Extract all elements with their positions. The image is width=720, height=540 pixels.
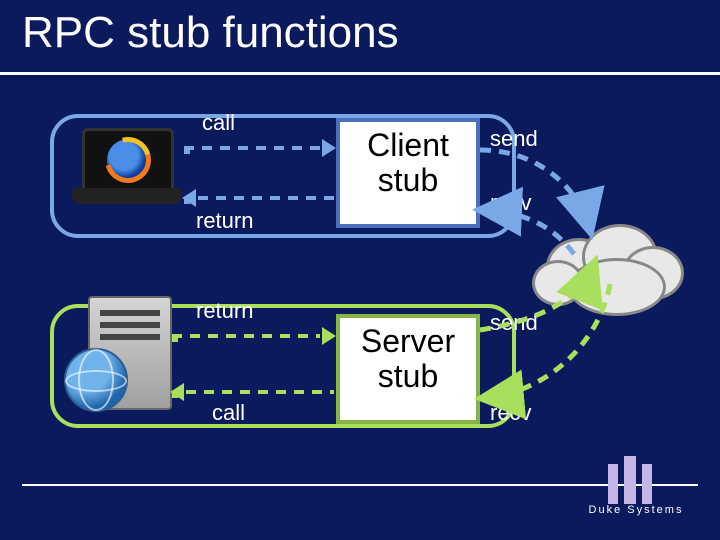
firefox-icon (107, 139, 149, 181)
server-send-label: send (490, 310, 538, 336)
slide-title: RPC stub functions (22, 8, 399, 58)
server-recv-label: recv (490, 400, 532, 426)
network-cloud-icon (522, 202, 702, 322)
server-call-label: call (212, 400, 245, 426)
server-stub-box: Serverstub (336, 314, 480, 424)
globe-icon (64, 348, 128, 412)
client-recv-label: recv (490, 190, 532, 216)
server-return-label: return (196, 298, 253, 324)
logo-text: Duke Systems (589, 504, 684, 516)
title-underline (0, 72, 720, 75)
client-laptop-icon (72, 128, 182, 212)
server-stub-label: Serverstub (361, 323, 455, 394)
slide: RPC stub functions Clientstub Serverstub… (0, 0, 720, 540)
duke-systems-logo: Duke Systems (566, 456, 706, 530)
client-send-label: send (490, 126, 538, 152)
client-return-label: return (196, 208, 253, 234)
client-stub-box: Clientstub (336, 118, 480, 228)
client-call-label: call (202, 110, 235, 136)
client-stub-label: Clientstub (367, 127, 449, 198)
